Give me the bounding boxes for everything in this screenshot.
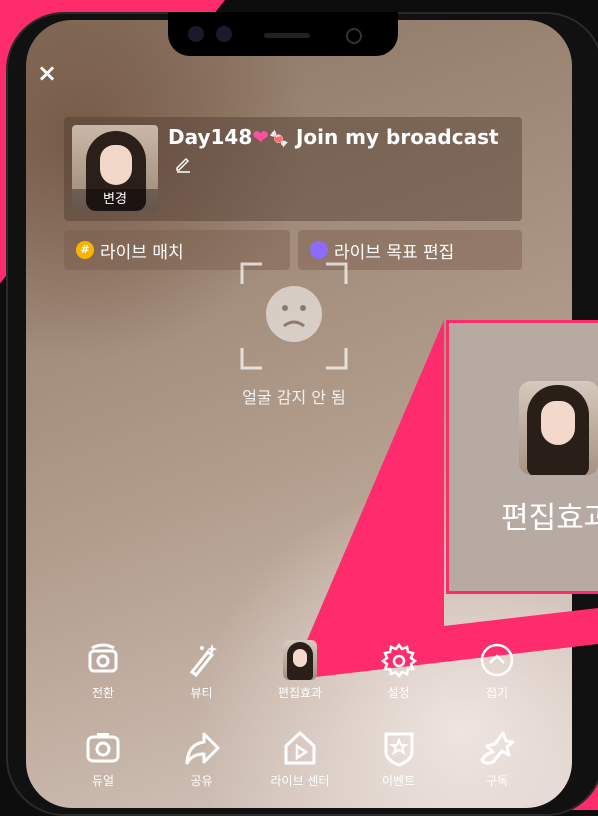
subscribe-label: 구독: [485, 774, 509, 788]
dual-button[interactable]: 듀얼: [60, 728, 146, 789]
camera-lens: [188, 26, 204, 42]
settings-button[interactable]: 설정: [356, 640, 442, 701]
change-cover-label[interactable]: 변경: [72, 189, 158, 211]
subscribe-star-icon: [480, 731, 515, 765]
live-center-icon: [284, 731, 316, 765]
event-label: 이벤트: [381, 774, 416, 788]
phone-notch: [168, 12, 398, 56]
edit-effects-label: 편집효과: [277, 686, 323, 700]
edit-pencil-icon[interactable]: [174, 155, 192, 173]
title-day: Day148: [168, 125, 253, 149]
share-label: 공유: [190, 774, 213, 788]
heart-icon: ❤: [252, 125, 270, 149]
share-button[interactable]: 공유: [159, 728, 245, 789]
title-text: Join my broadcast: [295, 125, 499, 149]
zoom-callout: 편집효과: [446, 320, 598, 594]
magic-wand-icon: [189, 644, 217, 678]
toolbar-row-1: 전환 뷰티 편집효과 설정 접기: [60, 640, 540, 701]
cover-image[interactable]: 변경: [72, 125, 158, 211]
broadcast-title-card[interactable]: 변경 Day148❤🍬 Join my broadcast: [64, 117, 522, 221]
live-center-button[interactable]: 라이브 센터: [257, 728, 343, 789]
live-goal-label: 라이브 목표 편집: [334, 242, 455, 263]
collapse-up-icon: [480, 643, 514, 677]
collapse-button[interactable]: 접기: [454, 640, 540, 701]
camera-lens: [216, 26, 232, 42]
live-match-label: 라이브 매치: [100, 242, 184, 263]
settings-label: 설정: [387, 686, 410, 700]
flip-camera-label: 전환: [91, 686, 115, 700]
candy-icon: 🍬: [269, 129, 289, 148]
face-not-detected-text: 얼굴 감지 안 됨: [242, 388, 346, 407]
close-button[interactable]: ×: [34, 60, 60, 86]
event-badge-icon: [384, 732, 413, 767]
gear-icon: [380, 642, 417, 679]
callout-effect-label: 편집효과: [501, 501, 598, 536]
front-camera: [346, 28, 362, 44]
subscribe-button[interactable]: 구독: [454, 728, 540, 789]
dual-label: 듀얼: [91, 774, 115, 788]
edit-effects-button[interactable]: 편집효과: [257, 640, 343, 701]
face-detection-frame: [240, 262, 348, 370]
event-button[interactable]: 이벤트: [356, 728, 442, 789]
effect-thumbnail-enlarged: [519, 381, 598, 475]
live-center-label: 라이브 센터: [270, 774, 330, 788]
share-arrow-icon: [185, 732, 219, 765]
hash-badge-icon: #: [76, 241, 94, 259]
effect-thumbnail: [283, 640, 317, 680]
toolbar-row-2: 듀얼 공유 라이브 센터 이벤트 구독: [60, 728, 540, 789]
pointer-dot: [404, 630, 414, 640]
speaker-grille: [264, 33, 310, 38]
beauty-label: 뷰티: [190, 686, 213, 700]
flip-camera-button[interactable]: 전환: [60, 640, 146, 701]
collapse-label: 접기: [485, 686, 509, 700]
camera-flip-icon: [88, 643, 118, 673]
beauty-button[interactable]: 뷰티: [159, 640, 245, 701]
dual-camera-icon: [86, 733, 120, 763]
target-icon: [310, 241, 328, 259]
broadcast-title[interactable]: Day148❤🍬 Join my broadcast: [168, 125, 499, 149]
